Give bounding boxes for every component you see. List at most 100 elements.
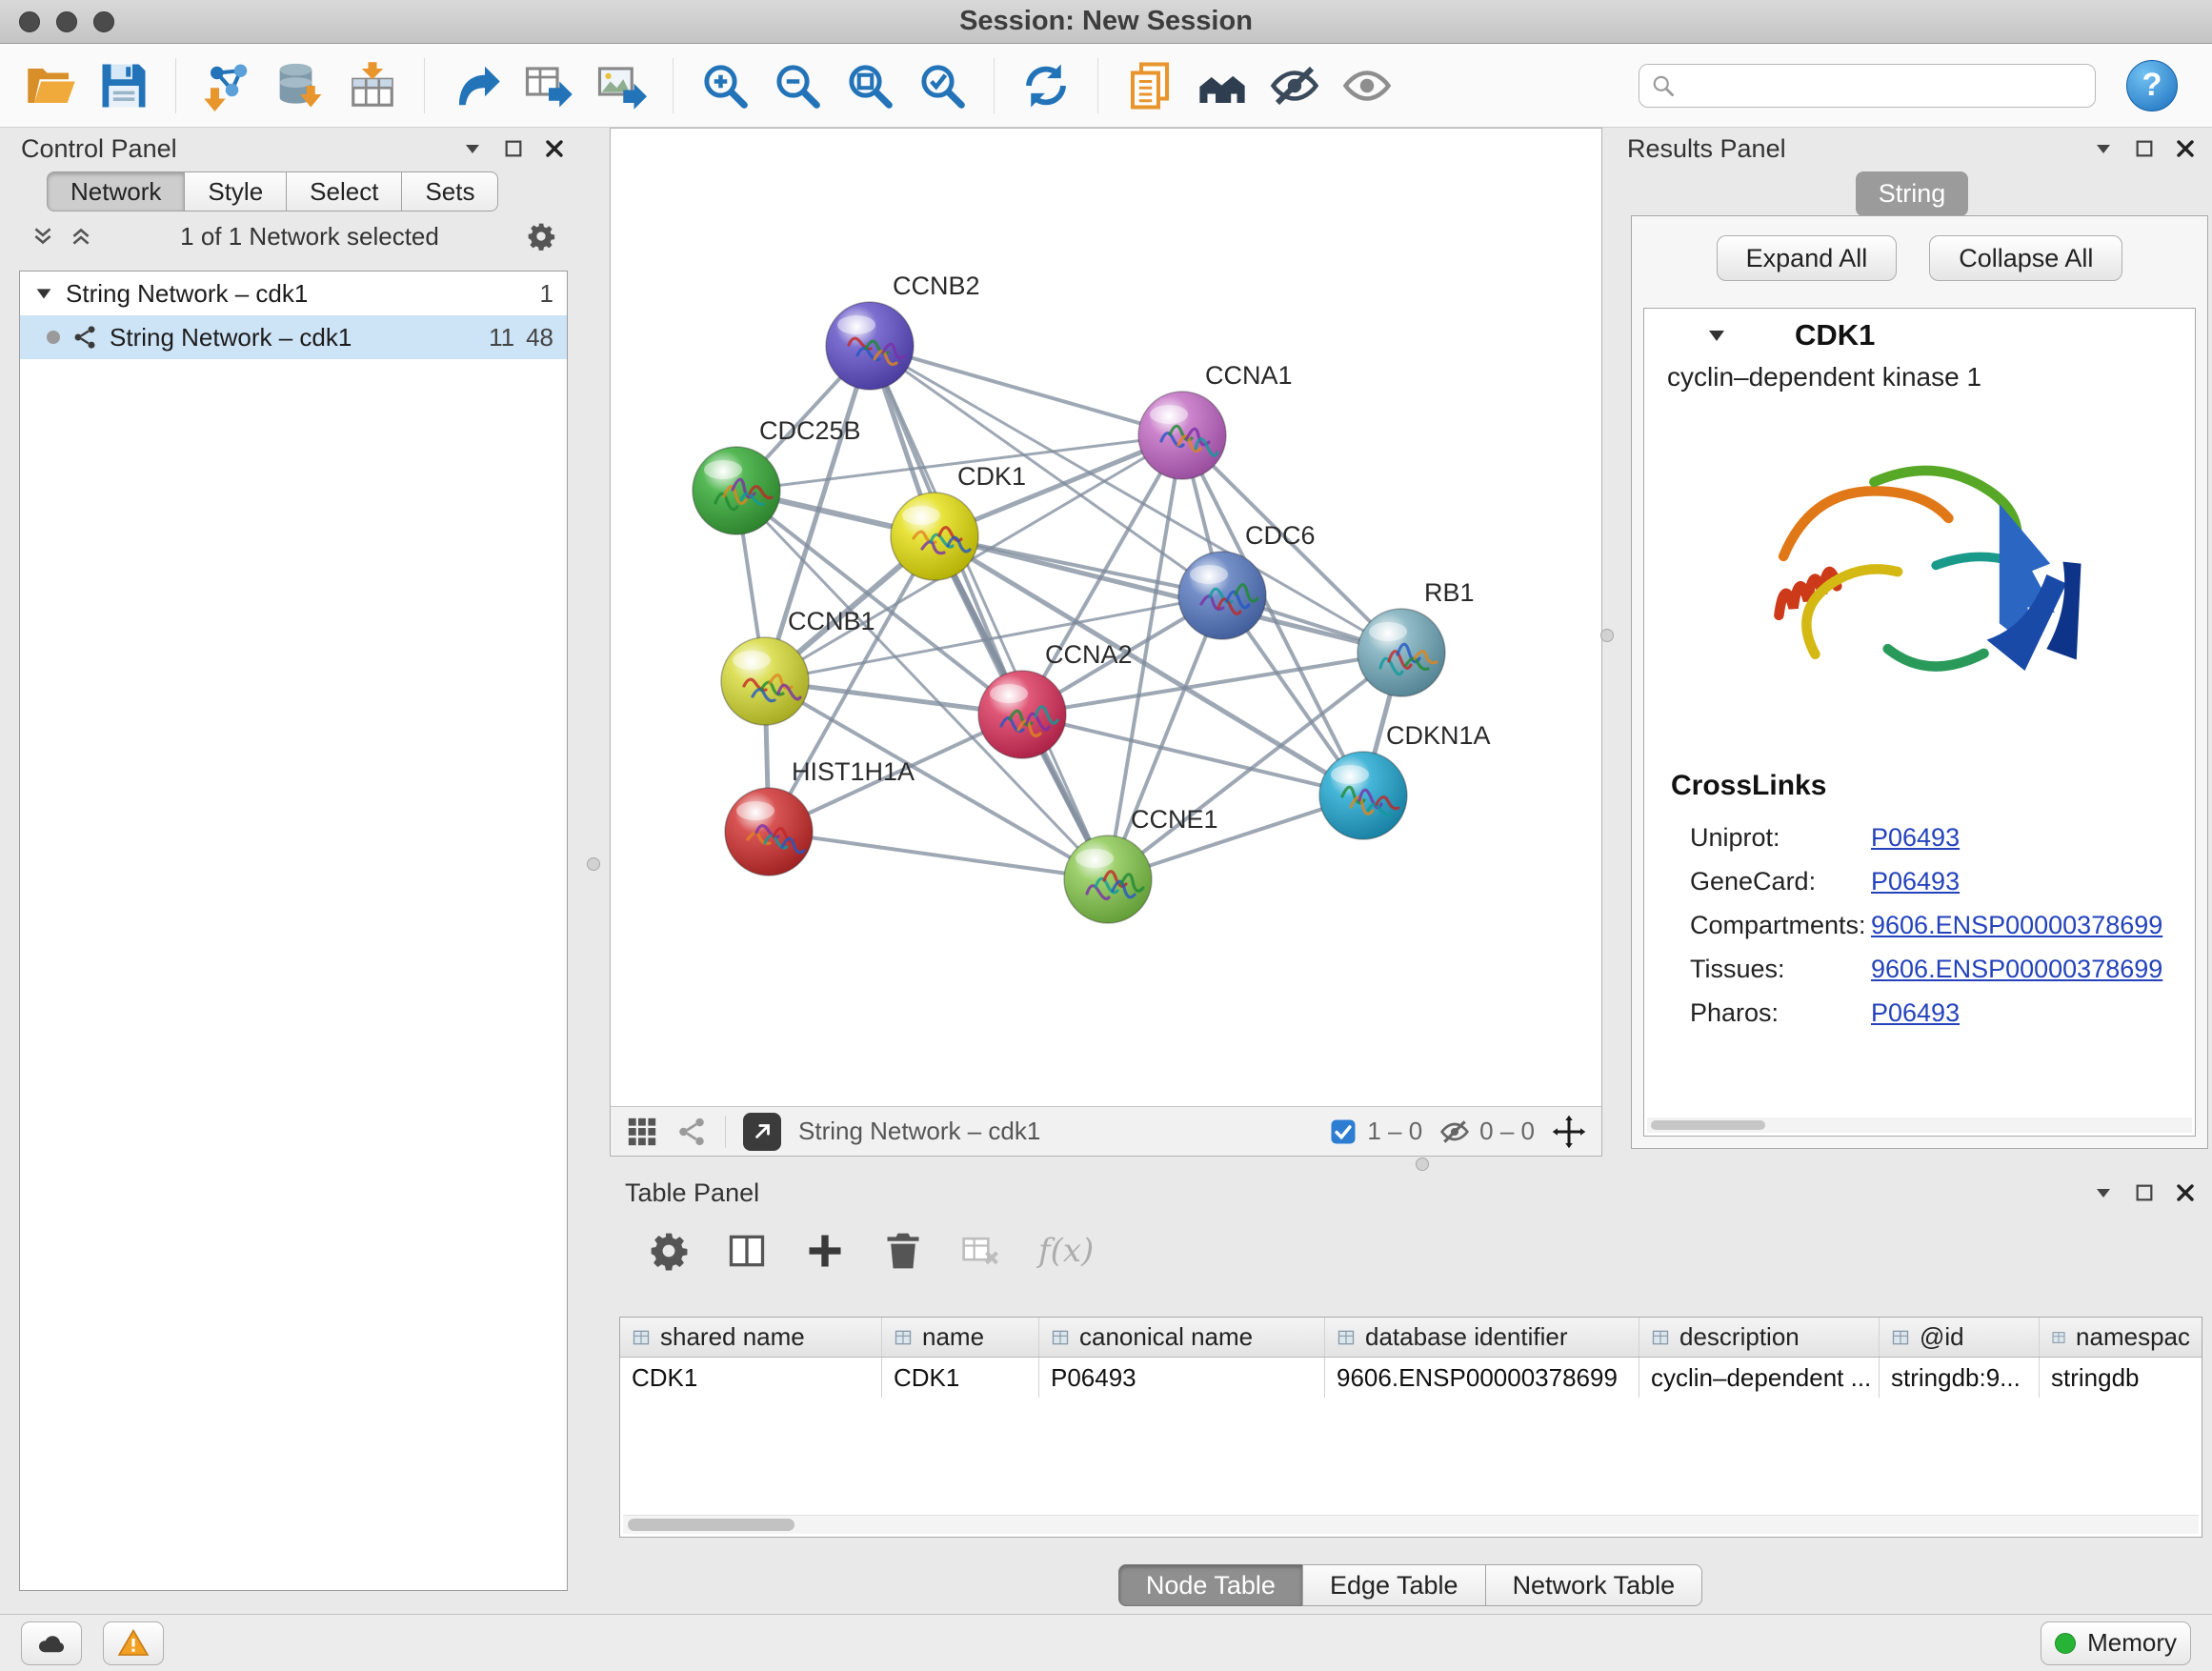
- show-all-button[interactable]: [1337, 55, 1398, 116]
- delete-column-icon[interactable]: [882, 1230, 924, 1272]
- export-network-button[interactable]: [446, 55, 507, 116]
- column-header-namespace[interactable]: namespac: [2040, 1318, 2202, 1357]
- network-edge[interactable]: [769, 832, 1108, 879]
- cell-namespace[interactable]: stringdb: [2040, 1358, 2202, 1398]
- tab-network[interactable]: Network: [47, 171, 185, 211]
- zoom-fit-button[interactable]: [839, 55, 900, 116]
- crosslink-link[interactable]: 9606.ENSP00000378699: [1871, 955, 2162, 984]
- collapse-all-networks-icon[interactable]: [69, 224, 93, 249]
- column-header-shared-name[interactable]: shared name: [620, 1318, 882, 1357]
- cloud-status-button[interactable]: [21, 1621, 82, 1665]
- table-row[interactable]: CDK1 CDK1 P06493 9606.ENSP00000378699 cy…: [620, 1358, 2202, 1398]
- network-graph[interactable]: CCNB2CCNA1CDC25BCDK1CDC6RB1CCNB1CCNA2CDK…: [611, 129, 1601, 1106]
- crosslink-link[interactable]: P06493: [1871, 867, 1960, 896]
- network-node[interactable]: [1064, 836, 1152, 923]
- table-settings-gear-icon[interactable]: [648, 1230, 690, 1272]
- maximize-window-icon[interactable]: [93, 11, 114, 32]
- string-results-tab[interactable]: String: [1856, 171, 1969, 216]
- selected-checkbox-icon[interactable]: [1329, 1117, 1357, 1146]
- expand-all-button[interactable]: Expand All: [1717, 235, 1898, 281]
- horizontal-splitter-handle[interactable]: [1416, 1158, 1429, 1171]
- cell-id[interactable]: stringdb:9...: [1880, 1358, 2040, 1398]
- gear-icon[interactable]: [526, 221, 556, 252]
- collapse-all-button[interactable]: Collapse All: [1929, 235, 2122, 281]
- panel-collapse-icon[interactable]: [461, 137, 484, 160]
- panel-float-icon[interactable]: [2134, 1182, 2155, 1203]
- tab-style[interactable]: Style: [184, 171, 287, 211]
- network-collection-row[interactable]: String Network – cdk1 1: [20, 272, 567, 315]
- hide-selected-button[interactable]: [1264, 55, 1325, 116]
- help-button[interactable]: ?: [2126, 60, 2178, 111]
- column-header-description[interactable]: description: [1639, 1318, 1880, 1357]
- memory-button[interactable]: Memory: [2041, 1621, 2191, 1665]
- toolbar-search[interactable]: [1639, 64, 2096, 108]
- hidden-eye-slash-icon[interactable]: [1439, 1117, 1470, 1147]
- column-header-id[interactable]: @id: [1880, 1318, 2040, 1357]
- cell-database-identifier[interactable]: 9606.ENSP00000378699: [1325, 1358, 1639, 1398]
- network-row[interactable]: String Network – cdk1 11 48: [20, 315, 567, 359]
- network-node[interactable]: [1357, 609, 1445, 696]
- minimize-window-icon[interactable]: [56, 11, 77, 32]
- panel-close-icon[interactable]: [543, 137, 566, 160]
- tab-network-table[interactable]: Network Table: [1485, 1564, 1703, 1606]
- tab-edge-table[interactable]: Edge Table: [1302, 1564, 1486, 1606]
- network-node[interactable]: [721, 637, 809, 725]
- vertical-splitter-handle[interactable]: [1600, 629, 1614, 642]
- fullscreen-button[interactable]: [743, 1113, 781, 1151]
- network-node[interactable]: [826, 302, 914, 390]
- overview-button[interactable]: [1192, 55, 1253, 116]
- import-table-button[interactable]: [342, 55, 403, 116]
- tab-node-table[interactable]: Node Table: [1118, 1564, 1303, 1606]
- window-controls[interactable]: [19, 11, 114, 32]
- crosslink-link[interactable]: P06493: [1871, 823, 1960, 853]
- panel-close-icon[interactable]: [2174, 1181, 2197, 1204]
- zoom-selected-button[interactable]: [912, 55, 973, 116]
- warnings-button[interactable]: [103, 1621, 164, 1665]
- apply-layout-button[interactable]: [1016, 55, 1076, 116]
- add-column-icon[interactable]: [804, 1230, 846, 1272]
- results-horizontal-scrollbar[interactable]: [1647, 1117, 2192, 1133]
- document-button[interactable]: [1119, 55, 1180, 116]
- section-collapse-icon[interactable]: [1705, 324, 1728, 347]
- search-input[interactable]: [1685, 70, 2083, 100]
- panel-collapse-icon[interactable]: [2092, 137, 2115, 160]
- scrollbar-thumb[interactable]: [1651, 1120, 1765, 1130]
- panel-float-icon[interactable]: [2134, 138, 2155, 159]
- network-edge[interactable]: [870, 346, 1182, 435]
- panel-collapse-icon[interactable]: [2092, 1181, 2115, 1204]
- network-edge[interactable]: [1022, 715, 1363, 795]
- zoom-in-button[interactable]: [694, 55, 755, 116]
- show-columns-icon[interactable]: [726, 1230, 768, 1272]
- tab-sets[interactable]: Sets: [401, 171, 498, 211]
- column-header-name[interactable]: name: [882, 1318, 1039, 1357]
- network-canvas-area[interactable]: CCNB2CCNA1CDC25BCDK1CDC6RB1CCNB1CCNA2CDK…: [611, 129, 1601, 1106]
- network-node[interactable]: [693, 447, 780, 534]
- save-session-button[interactable]: [93, 55, 154, 116]
- cell-name[interactable]: CDK1: [882, 1358, 1039, 1398]
- column-header-canonical-name[interactable]: canonical name: [1039, 1318, 1325, 1357]
- network-edge[interactable]: [870, 346, 1108, 879]
- grid-view-icon[interactable]: [626, 1116, 658, 1148]
- tree-expand-icon[interactable]: [33, 283, 54, 304]
- import-network-database-button[interactable]: [270, 55, 331, 116]
- open-session-button[interactable]: [21, 55, 82, 116]
- vertical-splitter-handle[interactable]: [587, 857, 600, 871]
- tab-select[interactable]: Select: [286, 171, 402, 211]
- birdseye-view-icon[interactable]: [675, 1116, 708, 1148]
- crosslink-link[interactable]: 9606.ENSP00000378699: [1871, 911, 2162, 940]
- export-table-button[interactable]: [518, 55, 579, 116]
- export-image-button[interactable]: [591, 55, 652, 116]
- table-horizontal-scrollbar[interactable]: [623, 1515, 2199, 1534]
- panel-float-icon[interactable]: [503, 138, 524, 159]
- column-header-database-identifier[interactable]: database identifier: [1325, 1318, 1639, 1357]
- expand-all-networks-icon[interactable]: [30, 224, 55, 249]
- cell-description[interactable]: cyclin–dependent ...: [1639, 1358, 1880, 1398]
- cell-shared-name[interactable]: CDK1: [620, 1358, 882, 1398]
- close-window-icon[interactable]: [19, 11, 40, 32]
- panel-close-icon[interactable]: [2174, 137, 2197, 160]
- import-network-file-button[interactable]: [197, 55, 258, 116]
- crosslink-link[interactable]: P06493: [1871, 998, 1960, 1028]
- cell-canonical-name[interactable]: P06493: [1039, 1358, 1325, 1398]
- zoom-out-button[interactable]: [767, 55, 828, 116]
- network-node[interactable]: [1319, 752, 1407, 839]
